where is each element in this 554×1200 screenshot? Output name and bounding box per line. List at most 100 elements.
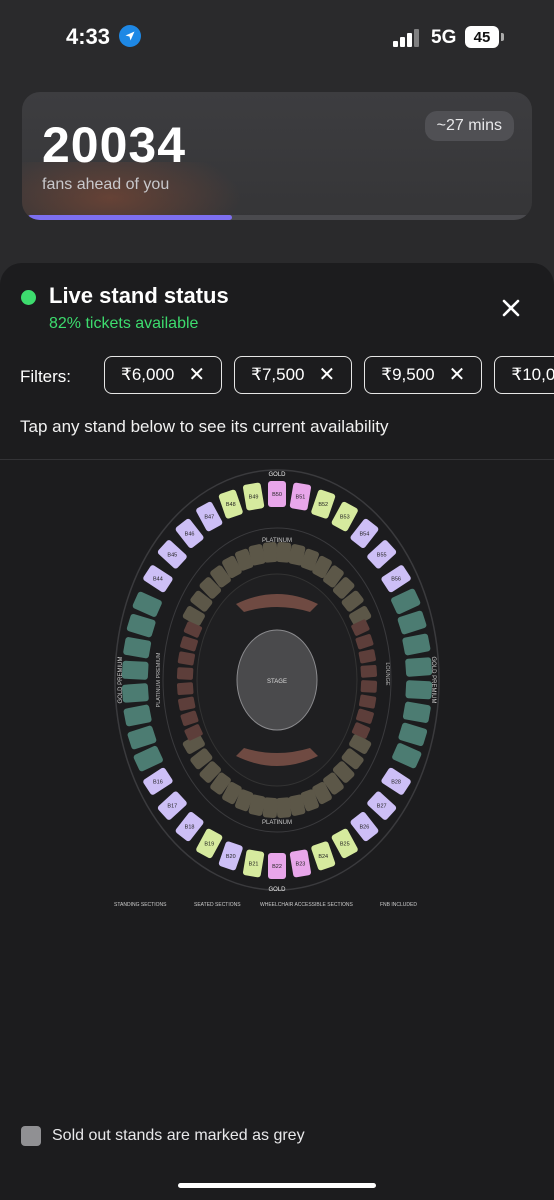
- stand-section[interactable]: [121, 660, 149, 680]
- filter-chip-7500[interactable]: ₹7,500 ✕: [234, 356, 353, 394]
- filters-label: Filters:: [20, 367, 71, 386]
- divider: [0, 459, 554, 460]
- stand-label: B49: [249, 495, 259, 501]
- availability-text: 82% tickets available: [49, 315, 199, 332]
- premium-section[interactable]: [358, 649, 376, 664]
- stand-section[interactable]: [126, 613, 156, 638]
- stand-section[interactable]: [398, 722, 428, 747]
- platinum-label-bottom: PLATINUM: [262, 820, 292, 826]
- stand-section[interactable]: [402, 633, 431, 656]
- premium-section[interactable]: [360, 664, 378, 678]
- stand-section[interactable]: [132, 591, 163, 618]
- filter-chip-label: ₹7,500: [251, 365, 305, 384]
- close-icon: [502, 299, 520, 317]
- platinum-section[interactable]: [276, 797, 292, 818]
- stand-label: B27: [377, 804, 387, 810]
- stand-label: B28: [391, 779, 401, 785]
- legend-wheelchair: WHEELCHAIR ACCESSIBLE SECTIONS: [260, 902, 353, 908]
- stand-label: B56: [391, 577, 401, 583]
- queue-count: 20034: [42, 117, 187, 173]
- gold-label-bottom: GOLD: [268, 887, 286, 893]
- sheet-title: Live stand status: [49, 283, 229, 308]
- stand-label: B48: [226, 502, 236, 508]
- stand-label: B45: [167, 552, 177, 558]
- premium-section[interactable]: [358, 694, 377, 709]
- stand-label: B18: [185, 825, 195, 831]
- stand-label: B54: [360, 531, 370, 537]
- stand-label: B25: [340, 841, 350, 847]
- live-status-dot: [21, 290, 36, 305]
- stand-section[interactable]: [123, 637, 152, 659]
- queue-progress-fill: [28, 215, 233, 220]
- stand-label: B50: [272, 492, 282, 498]
- filter-chip-label: ₹9,500: [381, 365, 435, 384]
- close-button[interactable]: [496, 293, 526, 323]
- premium-section[interactable]: [360, 680, 378, 693]
- location-arrow-icon: [119, 25, 141, 47]
- premium-section[interactable]: [356, 708, 375, 724]
- stand-label: B53: [340, 515, 350, 521]
- filter-chips: ₹6,000 ✕ ₹7,500 ✕ ₹9,500 ✕ ₹10,0: [104, 356, 554, 394]
- platinum-section[interactable]: [262, 542, 278, 563]
- stand-label: B55: [377, 552, 387, 558]
- filter-chip-6000[interactable]: ₹6,000 ✕: [104, 356, 223, 394]
- queue-card: 20034 fans ahead of you ~27 mins: [22, 92, 532, 220]
- legend-standing: STANDING SECTIONS: [114, 902, 167, 908]
- premium-section[interactable]: [176, 667, 194, 680]
- stand-section[interactable]: [123, 704, 152, 727]
- stand-section[interactable]: [127, 725, 157, 750]
- premium-section[interactable]: [178, 696, 196, 711]
- stand-label: B51: [296, 495, 306, 501]
- stand-label: B44: [153, 577, 163, 583]
- stand-label: B47: [204, 515, 214, 521]
- remove-filter-icon[interactable]: ✕: [318, 357, 335, 393]
- sold-out-note: Sold out stands are marked as grey: [52, 1127, 305, 1144]
- stand-section[interactable]: [405, 680, 433, 700]
- legend-seated: SEATED SECTIONS: [194, 902, 241, 908]
- stand-label: B23: [296, 861, 306, 867]
- home-indicator: [178, 1183, 376, 1188]
- queue-progress-bar: [28, 215, 526, 220]
- stand-section[interactable]: [402, 701, 431, 723]
- lounge-label: LOUNGE: [384, 662, 390, 686]
- tap-hint: Tap any stand below to see its current a…: [20, 417, 389, 436]
- clock: 4:33: [66, 24, 111, 49]
- premium-section[interactable]: [176, 682, 194, 696]
- premium-section[interactable]: [355, 634, 374, 650]
- stand-label: B17: [167, 804, 177, 810]
- stand-section[interactable]: [133, 745, 164, 772]
- stand-label: B20: [226, 854, 236, 860]
- filter-chip-9500[interactable]: ₹9,500 ✕: [364, 356, 483, 394]
- remove-filter-icon[interactable]: ✕: [188, 357, 205, 393]
- stage-label: STAGE: [267, 679, 287, 685]
- legend-fnb: FNB INCLUDED: [380, 902, 417, 908]
- filter-chip-10000[interactable]: ₹10,0: [494, 356, 554, 394]
- filter-chip-label: ₹6,000: [121, 365, 175, 384]
- queue-label: fans ahead of you: [42, 176, 170, 193]
- battery-icon: 45: [465, 26, 504, 48]
- premium-section[interactable]: [180, 710, 199, 726]
- stand-label: B19: [204, 841, 214, 847]
- platinum-premium-label: PLATINUM PREMIUM: [156, 652, 162, 707]
- premium-section[interactable]: [177, 651, 196, 666]
- stand-section[interactable]: [121, 683, 149, 703]
- sold-out-checkbox[interactable]: [21, 1126, 41, 1146]
- stand-label: B46: [185, 531, 195, 537]
- cellular-signal-icon: [393, 29, 423, 47]
- venue-map-svg: STAGE GOLD GOLD PLATINUM PLATINUM GOLD P…: [114, 469, 440, 908]
- stand-label: B52: [318, 502, 328, 508]
- stand-section[interactable]: [390, 588, 421, 615]
- gold-label-top: GOLD: [268, 472, 286, 478]
- stand-label: B16: [153, 779, 163, 785]
- eta-badge: ~27 mins: [424, 111, 514, 141]
- status-bar: 4:33 5G 45: [0, 0, 554, 76]
- stand-label: B22: [272, 864, 282, 870]
- stand-section[interactable]: [391, 742, 422, 769]
- stand-section[interactable]: [397, 610, 427, 635]
- premium-section[interactable]: [180, 636, 199, 652]
- stand-section[interactable]: [405, 657, 433, 677]
- network-type: 5G: [431, 27, 457, 48]
- remove-filter-icon[interactable]: ✕: [449, 357, 466, 393]
- stand-status-sheet: Live stand status 82% tickets available …: [0, 263, 554, 1200]
- venue-map[interactable]: STAGE GOLD GOLD PLATINUM PLATINUM GOLD P…: [110, 466, 444, 912]
